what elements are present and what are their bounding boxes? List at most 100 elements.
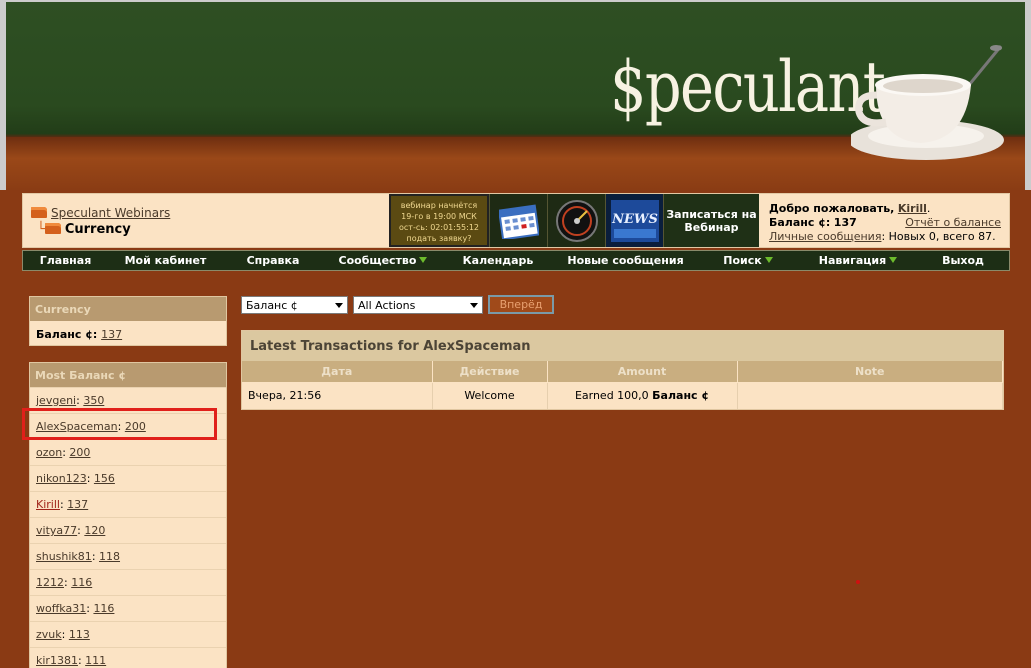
webinar-line: подать заявку? — [406, 234, 472, 243]
calendar-tile[interactable] — [489, 194, 547, 247]
signup-line-1: Записаться на — [666, 208, 757, 221]
tree-connector-icon: └ — [37, 222, 45, 237]
breadcrumb-parent: Speculant Webinars — [31, 206, 170, 220]
column-header-amount[interactable]: Amount — [547, 361, 738, 382]
user-balance-link[interactable]: 111 — [85, 654, 106, 667]
list-item: Kirill: 137 — [30, 491, 226, 517]
user-name-link[interactable]: woffka31 — [36, 602, 86, 615]
separator: : — [61, 628, 69, 641]
dropdown-arrow-icon — [764, 257, 773, 263]
webinar-line: 19-го в 19:00 МСК — [401, 212, 477, 221]
news-tile[interactable]: NEWS — [605, 194, 663, 247]
list-item: vitya77: 120 — [30, 517, 226, 543]
selection-highlight — [22, 408, 217, 440]
folder-open-icon — [44, 223, 61, 234]
transactions-panel: Latest Transactions for AlexSpaceman Дат… — [241, 330, 1004, 410]
user-balance-link[interactable]: 116 — [71, 576, 92, 589]
user-balance-link[interactable]: 137 — [67, 498, 88, 511]
currency-box-title: Currency — [30, 297, 226, 321]
nav-my-account[interactable]: Мой кабинет — [108, 254, 223, 267]
user-balance-link[interactable]: 156 — [94, 472, 115, 485]
messages-count: : Новых 0, всего 87. — [881, 230, 996, 243]
news-icon: NEWS — [610, 199, 659, 242]
breadcrumb-parent-link[interactable]: Speculant Webinars — [51, 206, 170, 220]
private-messages-link[interactable]: Личные сообщения — [769, 230, 881, 243]
go-button[interactable]: Вперёд — [488, 295, 554, 314]
webinar-line: ост-сь: 02:01:55:12 — [399, 223, 479, 232]
column-header-action[interactable]: Действие — [432, 361, 548, 382]
currency-balance-row: Баланс ¢: 137 — [36, 327, 123, 341]
separator: : — [86, 472, 94, 485]
promo-tiles: вебинар начнётся 19-го в 19:00 МСК ост-с… — [389, 194, 759, 247]
transactions-table: Дата Действие Amount Note Вчера, 21:56 W… — [242, 361, 1003, 409]
user-name-link[interactable]: nikon123 — [36, 472, 87, 485]
separator: : — [62, 446, 70, 459]
txn-date: Вчера, 21:56 — [242, 381, 433, 409]
balance-report-link[interactable]: Отчёт о балансе — [905, 216, 1001, 230]
currency-select[interactable]: Баланс ¢ — [241, 296, 348, 314]
user-name-link[interactable]: 1212 — [36, 576, 64, 589]
welcome-panel: Добро пожаловать, Kirill. Баланс ¢: 137 … — [769, 202, 1001, 244]
balance-label: Баланс ¢: — [769, 216, 831, 229]
action-select[interactable]: All Actions — [353, 296, 483, 314]
user-balance-link[interactable]: 200 — [69, 446, 90, 459]
red-dot-marker — [856, 580, 860, 584]
nav-home[interactable]: Главная — [23, 254, 108, 267]
nav-search[interactable]: Поиск — [698, 254, 798, 267]
currency-balance-label: Баланс ¢ — [36, 327, 93, 341]
user-balance-link[interactable]: 350 — [83, 394, 104, 407]
user-name-link[interactable]: Kirill — [36, 498, 60, 511]
txn-amount-unit: Баланс ¢ — [652, 389, 710, 403]
most-balance-title: Most Баланс ¢ — [30, 363, 226, 387]
site-logo[interactable]: $peculant — [610, 52, 886, 122]
nav-logout[interactable]: Выход — [918, 254, 1008, 267]
gauge-tile[interactable] — [547, 194, 605, 247]
nav-help[interactable]: Справка — [223, 254, 323, 267]
list-item: kir1381: 111 — [30, 647, 226, 668]
calendar-icon — [498, 204, 539, 239]
main-navbar: Главная Мой кабинет Справка Сообщество К… — [22, 250, 1010, 271]
username-link[interactable]: Kirill — [898, 202, 927, 215]
currency-select-value: Баланс ¢ — [246, 298, 298, 312]
currency-balance-value[interactable]: 137 — [101, 328, 122, 341]
nav-calendar[interactable]: Календарь — [443, 254, 553, 267]
gauge-icon — [555, 199, 598, 242]
column-header-date[interactable]: Дата — [242, 361, 433, 382]
welcome-period: . — [926, 202, 931, 215]
user-balance-link[interactable]: 116 — [93, 602, 114, 615]
dropdown-arrow-icon — [419, 257, 428, 263]
webinar-line: вебинар начнётся — [400, 201, 478, 210]
user-name-link[interactable]: ozon — [36, 446, 62, 459]
user-name-link[interactable]: zvuk — [36, 628, 62, 641]
list-item: nikon123: 156 — [30, 465, 226, 491]
transactions-title: Latest Transactions for AlexSpaceman — [242, 331, 1003, 361]
txn-amount: Earned 100,0 Баланс ¢ — [547, 381, 738, 409]
breadcrumb-welcome-bar: Speculant Webinars └ Currency вебинар нач… — [22, 193, 1010, 248]
user-name-link[interactable]: shushik81 — [36, 550, 92, 563]
separator: : — [76, 394, 84, 407]
separator: : — [91, 550, 100, 563]
currency-box: Currency Баланс ¢: 137 — [29, 296, 227, 346]
webinar-countdown-banner[interactable]: вебинар начнётся 19-го в 19:00 МСК ост-с… — [389, 194, 489, 247]
nav-community[interactable]: Сообщество — [323, 254, 443, 267]
list-item: ozon: 200 — [30, 439, 226, 465]
news-label: NEWS — [611, 212, 658, 227]
coffee-cup-icon — [851, 45, 1004, 160]
webinar-signup-button[interactable]: Записаться на Вебинар — [663, 194, 759, 247]
nav-navigation[interactable]: Навигация — [798, 254, 918, 267]
txn-note — [737, 381, 1003, 409]
user-balance-link[interactable]: 113 — [69, 628, 90, 641]
user-balance-link[interactable]: 120 — [84, 524, 105, 537]
txn-amount-text: Earned 100,0 — [574, 389, 653, 403]
page-title: Currency — [64, 222, 131, 237]
table-row: Вчера, 21:56 Welcome Earned 100,0 Баланс… — [242, 381, 1003, 409]
breadcrumb-current: └ Currency — [37, 222, 131, 237]
user-name-link[interactable]: jevgeni — [36, 394, 76, 407]
user-name-link[interactable]: vitya77 — [36, 524, 77, 537]
column-header-note[interactable]: Note — [737, 361, 1003, 382]
welcome-greeting: Добро пожаловать, — [769, 202, 895, 215]
user-name-link[interactable]: kir1381 — [36, 654, 78, 667]
table-header-row: Дата Действие Amount Note — [242, 361, 1003, 382]
user-balance-link[interactable]: 118 — [99, 550, 120, 563]
nav-new-posts[interactable]: Новые сообщения — [553, 254, 698, 267]
